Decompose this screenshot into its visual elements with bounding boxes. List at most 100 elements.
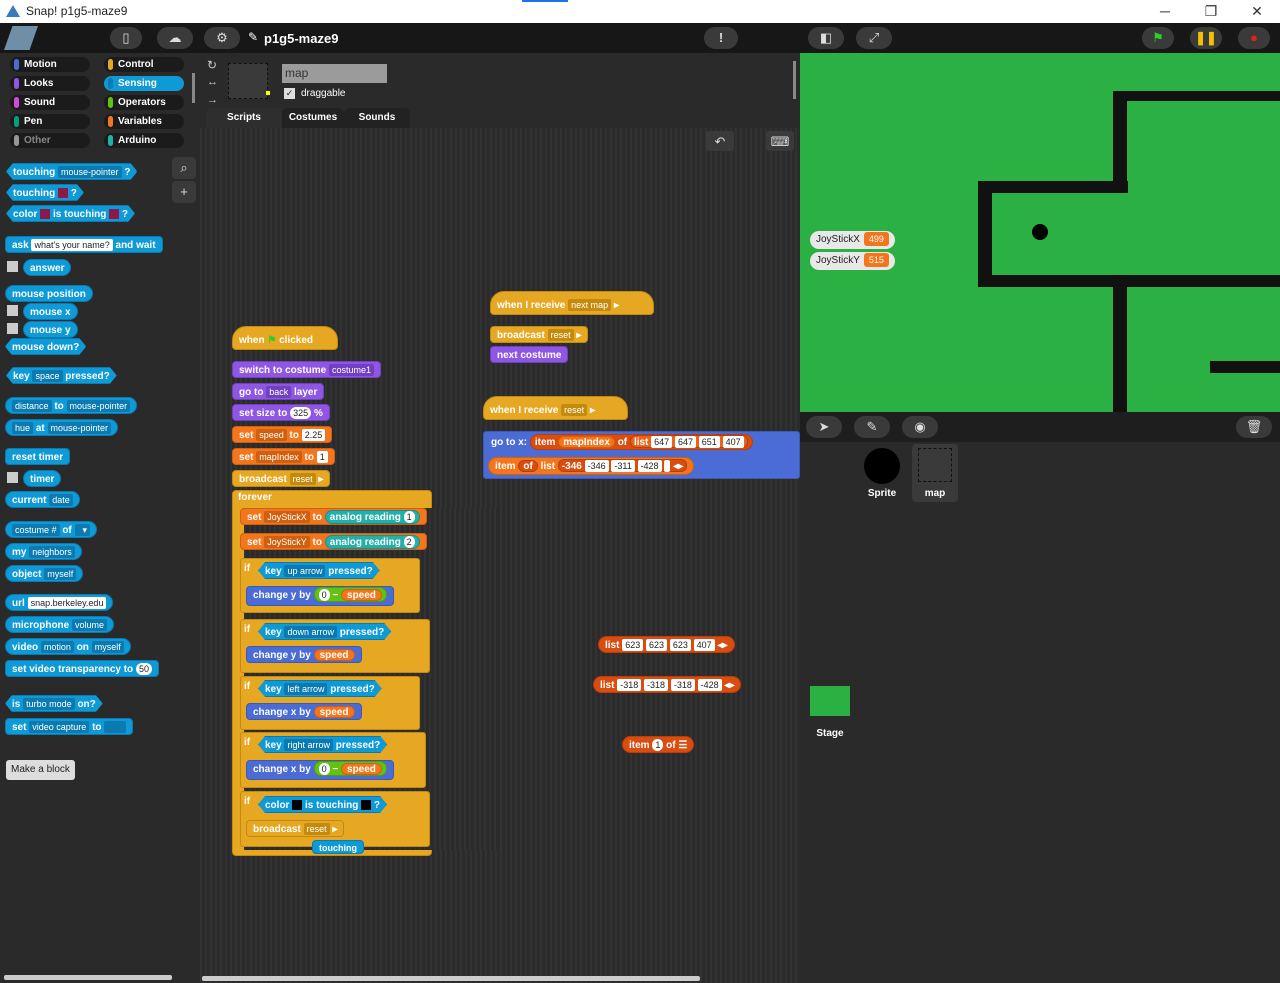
restore-icon[interactable]: ❐: [1188, 0, 1234, 23]
block-dropdown[interactable]: ▾: [74, 524, 91, 537]
script-area[interactable]: ↶ ⌨ when ⚑ clicked switch to costume cos…: [200, 128, 800, 983]
color-swatch[interactable]: [361, 800, 371, 810]
answer-reporter[interactable]: answer: [23, 259, 72, 276]
cloud-icon[interactable]: ☁: [157, 27, 193, 49]
unsaved-changes-icon[interactable]: !: [704, 27, 738, 49]
speed-reporter[interactable]: speed: [313, 649, 355, 661]
category-motion[interactable]: Motion: [10, 57, 90, 72]
key-up-pressed-block[interactable]: key up arrow pressed?: [258, 562, 380, 579]
block-dropdown[interactable]: turbo mode: [23, 698, 75, 710]
rotate-icon[interactable]: ↻: [207, 58, 217, 72]
block-dropdown[interactable]: reset: [561, 404, 588, 417]
value-input[interactable]: 0: [318, 589, 330, 602]
list-item-input[interactable]: 623: [646, 639, 668, 652]
transparency-input[interactable]: 50: [135, 663, 152, 676]
list-item-input[interactable]: 623: [669, 639, 691, 652]
current-date-reporter[interactable]: current date: [5, 491, 80, 508]
change-y-up-block[interactable]: change y by 0 − speed: [246, 586, 394, 606]
attribute-of-reporter[interactable]: costume # of ▾: [5, 521, 98, 538]
undo-icon[interactable]: ↶: [706, 131, 734, 151]
minimize-icon[interactable]: ─: [1142, 0, 1188, 23]
list-item-input[interactable]: 647: [651, 436, 673, 449]
set-size-block[interactable]: set size to 325 %: [232, 404, 330, 421]
sprite-name-field[interactable]: map: [282, 64, 387, 83]
touching-mouse-block[interactable]: touching mouse-pointer ?: [6, 163, 137, 180]
pin-input[interactable]: 1: [403, 511, 415, 524]
hue-reporter[interactable]: hue at mouse-pointer: [5, 419, 119, 436]
stop-icon[interactable]: ●: [1238, 27, 1270, 49]
block-dropdown[interactable]: mapIndex: [256, 451, 302, 464]
block-dropdown[interactable]: myself: [91, 641, 124, 654]
broadcast-reset-block[interactable]: broadcast reset ▸: [232, 470, 331, 487]
block-dropdown[interactable]: up arrow: [284, 565, 325, 577]
list-item-input[interactable]: [664, 460, 671, 473]
list-item-input[interactable]: 407: [693, 639, 715, 652]
camera-icon[interactable]: ◉: [902, 416, 938, 438]
tab-sounds[interactable]: Sounds: [344, 108, 410, 128]
stage-size-icon[interactable]: ◧: [808, 27, 844, 49]
block-dropdown[interactable]: costume #: [12, 524, 60, 537]
change-x-left-block[interactable]: change x by speed: [246, 703, 362, 720]
block-dropdown[interactable]: reset: [303, 823, 330, 836]
set-video-block[interactable]: set video capture to: [5, 718, 134, 735]
block-dropdown[interactable]: mouse-pointer: [58, 166, 122, 178]
mapindex-reporter[interactable]: of: [518, 460, 538, 472]
speed-reporter[interactable]: speed: [341, 763, 382, 775]
set-speed-block[interactable]: set speed to 2.25: [232, 426, 333, 443]
speed-value-input[interactable]: 2.25: [301, 429, 326, 442]
set-video-transparency-block[interactable]: set video transparency to 50: [5, 660, 159, 677]
object-reporter[interactable]: object myself: [5, 565, 84, 582]
turbo-mode-block[interactable]: is turbo mode on?: [5, 695, 103, 712]
watcher-checkbox[interactable]: [7, 305, 18, 316]
block-dropdown[interactable]: volume: [72, 619, 108, 632]
ask-and-wait-block[interactable]: ask what's your name? and wait: [5, 236, 163, 253]
list-item-input[interactable]: 651: [698, 436, 720, 449]
switch-costume-block[interactable]: switch to costume costume1: [232, 361, 382, 378]
corral-scrollbar[interactable]: [793, 61, 796, 99]
when-flag-clicked-hat[interactable]: when ⚑ clicked: [232, 326, 338, 350]
url-input[interactable]: snap.berkeley.edu: [27, 597, 107, 610]
list-item-input[interactable]: -318: [617, 679, 642, 692]
color-touching-block[interactable]: color is touching ?: [6, 205, 135, 222]
reset-timer-block[interactable]: reset timer: [5, 448, 71, 465]
microphone-reporter[interactable]: microphone volume: [5, 616, 115, 633]
key-pressed-block[interactable]: key space pressed?: [6, 367, 117, 384]
script-scrollbar[interactable]: [202, 976, 700, 981]
list-item-input[interactable]: -428: [637, 460, 662, 473]
block-dropdown[interactable]: right arrow: [284, 739, 333, 751]
block-dropdown[interactable]: down arrow: [284, 626, 337, 638]
speed-reporter[interactable]: speed: [313, 706, 355, 718]
block-dropdown[interactable]: mouse-pointer: [66, 400, 131, 413]
color-swatch[interactable]: [40, 209, 50, 219]
fullscreen-icon[interactable]: ⤢: [856, 27, 892, 49]
category-arduino[interactable]: Arduino: [104, 133, 184, 148]
set-joysticky-block[interactable]: set JoyStickY to analog reading 2: [240, 533, 427, 550]
add-icon[interactable]: +: [172, 181, 196, 203]
broadcast-reset-block[interactable]: broadcast reset ▸: [246, 820, 345, 837]
color-swatch[interactable]: [292, 800, 302, 810]
list-item-input[interactable]: -428: [697, 679, 722, 692]
block-dropdown[interactable]: distance: [12, 400, 52, 413]
player-sprite[interactable]: [1032, 224, 1048, 240]
color-swatch[interactable]: [109, 209, 119, 219]
block-dropdown[interactable]: date: [49, 494, 73, 507]
video-reporter[interactable]: video motion on myself: [5, 638, 131, 655]
category-pen[interactable]: Pen: [10, 114, 90, 129]
pin-input[interactable]: 2: [403, 536, 415, 549]
my-reporter[interactable]: my neighbors: [5, 543, 82, 560]
block-dropdown[interactable]: myself: [44, 568, 77, 581]
set-mapindex-block[interactable]: set mapIndex to 1: [232, 448, 335, 465]
list-item-input[interactable]: 407: [722, 436, 744, 449]
next-costume-block[interactable]: next costume: [490, 346, 569, 363]
block-dropdown[interactable]: video capture: [29, 721, 90, 734]
file-icon[interactable]: ▯: [110, 27, 142, 49]
settings-gear-icon[interactable]: ⚙: [204, 27, 240, 49]
key-left-pressed-block[interactable]: key left arrow pressed?: [258, 680, 382, 697]
trash-icon[interactable]: 🗑: [1236, 416, 1272, 438]
touching-fragment-block[interactable]: touching: [312, 840, 364, 854]
category-control[interactable]: Control: [104, 57, 184, 72]
speed-reporter[interactable]: speed: [341, 589, 382, 601]
list-item-input[interactable]: 623: [622, 639, 644, 652]
block-dropdown[interactable]: reset: [547, 329, 574, 342]
mouse-position-reporter[interactable]: mouse position: [5, 285, 93, 302]
